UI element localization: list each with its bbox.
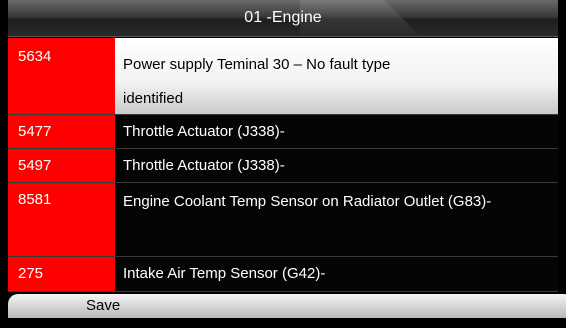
fault-row-5634[interactable]: 5634 Power supply Teminal 30 – No fault … — [8, 38, 558, 115]
fault-description-line: Power supply Teminal 30 – No fault type — [123, 56, 391, 73]
fault-description: Intake Air Temp Sensor (G42)- — [115, 257, 558, 291]
fault-code-list: 5634 Power supply Teminal 30 – No fault … — [8, 38, 558, 292]
fault-code: 5477 — [8, 115, 115, 148]
fault-code: 8581 — [8, 183, 115, 256]
fault-description: Throttle Actuator (J338)- — [115, 115, 558, 148]
diagnostic-screen: 01 -Engine 5634 Power supply Teminal 30 … — [0, 0, 566, 328]
fault-row-8581[interactable]: 8581 Engine Coolant Temp Sensor on Radia… — [8, 183, 558, 257]
fault-description: Engine Coolant Temp Sensor on Radiator O… — [115, 183, 558, 256]
fault-code: 275 — [8, 257, 115, 291]
fault-code: 5634 — [8, 38, 115, 114]
header-bar: 01 -Engine — [0, 0, 566, 38]
fault-description-line: identified — [123, 90, 184, 107]
fault-row-275[interactable]: 275 Intake Air Temp Sensor (G42)- — [8, 257, 558, 292]
fault-row-5477[interactable]: 5477 Throttle Actuator (J338)- — [8, 115, 558, 149]
save-button[interactable]: Save — [8, 294, 566, 318]
fault-description: Throttle Actuator (J338)- — [115, 149, 558, 182]
fault-description: Power supply Teminal 30 – No fault type … — [115, 38, 558, 114]
list-scrollbar[interactable] — [558, 38, 566, 286]
page-title: 01 -Engine — [244, 9, 322, 26]
fault-code: 5497 — [8, 149, 115, 182]
footer-bar: Save — [8, 292, 566, 328]
fault-row-5497[interactable]: 5497 Throttle Actuator (J338)- — [8, 149, 558, 183]
